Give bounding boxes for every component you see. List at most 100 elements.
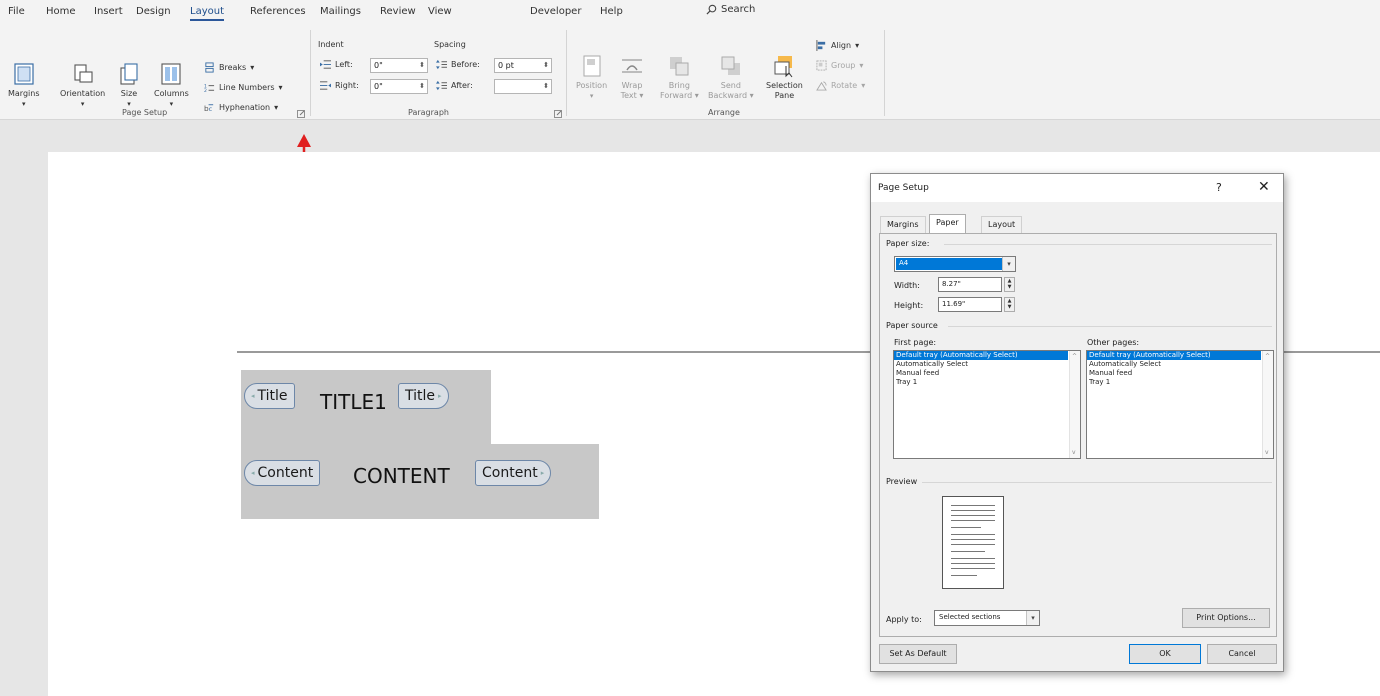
position-icon: [583, 55, 601, 77]
title-end-tag-label: Title: [405, 388, 436, 404]
columns-button[interactable]: Columns ▾: [154, 62, 189, 109]
hyphenation-button[interactable]: bc Hyphenation ▾: [204, 102, 278, 113]
svg-text:c: c: [209, 105, 213, 113]
indent-right-value: 0": [374, 82, 383, 91]
align-button[interactable]: Align ▾: [816, 40, 859, 51]
tag-dot-icon: ◂: [251, 469, 255, 477]
cancel-button[interactable]: Cancel: [1207, 644, 1277, 664]
scrollbar[interactable]: ^ v: [1069, 351, 1080, 458]
tab-file[interactable]: File: [8, 6, 25, 17]
spacing-before-field[interactable]: 0 pt ⬍: [494, 58, 552, 73]
scrollbar[interactable]: ^ v: [1262, 351, 1273, 458]
bring-forward-icon: [670, 57, 689, 76]
apply-to-dropdown[interactable]: Selected sections ▾: [934, 610, 1040, 626]
title-end-tag[interactable]: Title ▸: [398, 383, 449, 409]
tab-help[interactable]: Help: [600, 6, 623, 17]
tab-developer[interactable]: Developer: [530, 6, 581, 17]
width-spinner[interactable]: ▲ ▼: [1004, 277, 1015, 292]
separator: [566, 30, 567, 116]
list-item[interactable]: Tray 1: [1087, 378, 1273, 387]
tag-dot-icon: ▸: [540, 469, 545, 477]
paper-size-dropdown[interactable]: A4 ▾: [894, 256, 1016, 272]
indent-left-label-wrap: Left:: [320, 59, 353, 70]
list-item[interactable]: Manual feed: [894, 369, 1080, 378]
dialog-title: Page Setup: [878, 183, 929, 193]
list-item[interactable]: Default tray (Automatically Select): [894, 351, 1068, 360]
paper-source-label: Paper source: [886, 321, 938, 330]
height-field[interactable]: 11.69": [938, 297, 1002, 312]
paper-tab-panel: Paper size: A4 ▾ Width: 8.27" ▲ ▼ Height:…: [879, 233, 1277, 637]
other-pages-list[interactable]: Default tray (Automatically Select) Auto…: [1086, 350, 1274, 459]
chevron-down-icon: ▾: [1002, 257, 1015, 271]
separator: [944, 244, 1272, 245]
tab-layout-dialog[interactable]: Layout: [981, 216, 1023, 233]
margins-button[interactable]: Margins ▾: [8, 62, 40, 109]
bring-forward-label-1: Bring: [668, 81, 690, 90]
separator: [922, 482, 1272, 483]
print-options-button[interactable]: Print Options...: [1182, 608, 1270, 628]
close-icon[interactable]: ✕: [1258, 179, 1270, 195]
breaks-button[interactable]: Breaks ▾: [204, 62, 254, 73]
tab-home[interactable]: Home: [46, 6, 76, 17]
indent-left-label: Left:: [335, 60, 353, 69]
page-setup-dialog-launcher-icon[interactable]: [297, 110, 305, 118]
group-button[interactable]: Group ▾: [816, 60, 863, 71]
wrap-text-label-1: Wrap: [621, 81, 643, 90]
width-label: Width:: [894, 281, 920, 290]
spacing-after-field[interactable]: ⬍: [494, 79, 552, 94]
tab-view[interactable]: View: [428, 6, 452, 17]
ok-button[interactable]: OK: [1129, 644, 1201, 664]
bring-forward-button[interactable]: Bring Forward ▾: [660, 54, 699, 101]
tab-review[interactable]: Review: [380, 6, 416, 17]
dialog-titlebar[interactable]: Page Setup ? ✕: [871, 174, 1283, 202]
height-spinner[interactable]: ▲ ▼: [1004, 297, 1015, 312]
list-item[interactable]: Automatically Select: [1087, 360, 1273, 369]
width-field[interactable]: 8.27": [938, 277, 1002, 292]
set-as-default-button[interactable]: Set As Default: [879, 644, 957, 664]
hyphenation-icon: bc: [204, 104, 214, 113]
content-end-tag[interactable]: Content ▸: [475, 460, 552, 486]
selection-pane-button[interactable]: Selection Pane: [766, 54, 803, 101]
size-button[interactable]: Size ▾: [117, 62, 141, 109]
wrap-text-label-2: Text: [620, 91, 637, 100]
list-item[interactable]: Manual feed: [1087, 369, 1273, 378]
wrap-text-icon: [622, 59, 642, 73]
chevron-up-icon: ^: [1072, 353, 1078, 360]
list-item[interactable]: Default tray (Automatically Select): [1087, 351, 1261, 360]
align-icon: [816, 40, 826, 51]
tab-mailings[interactable]: Mailings: [320, 6, 361, 17]
rotate-button[interactable]: Rotate ▾: [816, 80, 865, 91]
rotate-label: Rotate: [831, 81, 858, 90]
spacing-label: Spacing: [434, 40, 466, 49]
content-start-tag[interactable]: ◂ Content: [244, 460, 321, 486]
wrap-text-button[interactable]: Wrap Text ▾: [620, 54, 644, 101]
spacing-after-label-wrap: After:: [436, 80, 473, 91]
group-icon: [816, 60, 827, 71]
hyphenation-label: Hyphenation: [219, 103, 271, 112]
indent-left-field[interactable]: 0" ⬍: [370, 58, 428, 73]
line-numbers-button[interactable]: 12 Line Numbers ▾: [204, 82, 283, 93]
tab-layout[interactable]: Layout: [190, 6, 224, 21]
title-start-tag[interactable]: ◂ Title: [244, 383, 295, 409]
list-item[interactable]: Automatically Select: [894, 360, 1080, 369]
orientation-button[interactable]: Orientation ▾: [60, 62, 105, 109]
tab-insert[interactable]: Insert: [94, 6, 123, 17]
help-icon[interactable]: ?: [1216, 181, 1222, 194]
content-content-control[interactable]: ◂ Content CONTENT Content ▸: [241, 444, 599, 519]
tab-margins[interactable]: Margins: [880, 216, 926, 233]
tab-design[interactable]: Design: [136, 6, 171, 17]
send-backward-button[interactable]: Send Backward ▾: [708, 54, 754, 101]
position-button[interactable]: Position ▾: [576, 54, 607, 101]
send-backward-label-2: Backward: [708, 91, 748, 100]
search-box[interactable]: Search: [706, 4, 755, 15]
paragraph-dialog-launcher-icon[interactable]: [554, 110, 562, 118]
list-item[interactable]: Tray 1: [894, 378, 1080, 387]
title-content-control[interactable]: ◂ Title TITLE1 Title ▸: [241, 370, 491, 444]
tab-references[interactable]: References: [250, 6, 306, 17]
columns-label: Columns: [154, 89, 189, 98]
tab-paper[interactable]: Paper: [929, 214, 966, 234]
indent-right-field[interactable]: 0" ⬍: [370, 79, 428, 94]
send-backward-icon: [721, 56, 740, 75]
first-page-list[interactable]: Default tray (Automatically Select) Auto…: [893, 350, 1081, 459]
paragraph-group-label: Paragraph: [408, 108, 449, 117]
